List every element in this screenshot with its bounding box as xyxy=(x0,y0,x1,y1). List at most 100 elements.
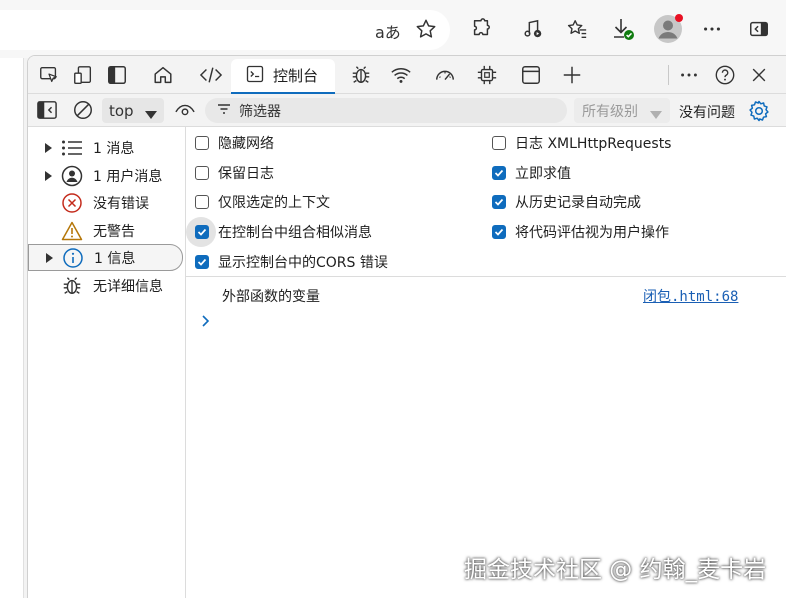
filter-input[interactable]: 筛选器 xyxy=(205,98,567,123)
option-log-xmlhttprequests[interactable]: 日志 XMLHttpRequests xyxy=(492,132,671,154)
help-icon[interactable] xyxy=(710,61,740,89)
dock-panel-icon[interactable] xyxy=(102,61,132,89)
checkbox[interactable] xyxy=(492,166,506,180)
address-bar[interactable]: aあ xyxy=(0,10,450,50)
info-icon xyxy=(62,247,84,269)
option-label: 保留日志 xyxy=(218,166,274,182)
devtools-panel: 控制台 top 筛选器 所有级别 没有问题 1 消息 1 用户消息 没有错误 无… xyxy=(27,55,786,598)
device-emulation-icon[interactable] xyxy=(68,61,98,89)
checkbox[interactable] xyxy=(195,225,209,239)
close-icon[interactable] xyxy=(744,61,774,89)
console-message-text: 外部函数的变量 xyxy=(222,289,320,305)
console-icon xyxy=(245,64,265,88)
downloads-icon[interactable] xyxy=(608,14,638,44)
window-icon[interactable] xyxy=(516,61,546,89)
sidebar-item-label: 没有错误 xyxy=(93,195,149,212)
more-options-icon[interactable] xyxy=(697,14,727,44)
chevron-down-icon xyxy=(144,106,158,124)
option-label: 显示控制台中的CORS 错误 xyxy=(218,255,388,271)
list-icon xyxy=(61,137,83,159)
source-link[interactable]: 闭包.html:68 xyxy=(643,286,738,306)
expand-arrow-icon[interactable] xyxy=(44,134,54,161)
expand-arrow-icon[interactable] xyxy=(45,244,55,271)
favorites-list-icon[interactable] xyxy=(562,14,592,44)
console-prompt-chevron-icon[interactable] xyxy=(201,313,211,332)
plus-icon[interactable] xyxy=(557,61,587,89)
sidebar-toggle-icon[interactable] xyxy=(744,14,774,44)
context-select[interactable]: top xyxy=(102,98,164,123)
code-brackets-icon[interactable] xyxy=(196,61,226,89)
bug-icon[interactable] xyxy=(346,61,376,89)
extensions-icon[interactable] xyxy=(466,14,496,44)
bug-icon xyxy=(61,275,83,297)
filter-placeholder: 筛选器 xyxy=(239,103,281,120)
console-settings-pane: 隐藏网络 保留日志 仅限选定的上下文 在控制台中组合相似消息 显示控制台中的CO… xyxy=(186,127,786,277)
context-value: top xyxy=(109,101,134,120)
option-user-activation[interactable]: 将代码评估视为用户操作 xyxy=(492,221,669,243)
sidebar-item-messages[interactable]: 1 消息 xyxy=(28,134,183,161)
log-level-value: 所有级别 xyxy=(582,103,638,120)
option-label: 仅限选定的上下文 xyxy=(218,195,330,211)
console-sidebar: 1 消息 1 用户消息 没有错误 无警告 1 信息 无详细信息 xyxy=(28,127,186,598)
home-icon[interactable] xyxy=(148,61,178,89)
option-label: 从历史记录自动完成 xyxy=(515,195,641,211)
checkbox[interactable] xyxy=(195,255,209,269)
issues-counter[interactable]: 没有问题 xyxy=(679,102,735,122)
warning-icon xyxy=(61,220,83,242)
chevron-down-icon xyxy=(650,107,662,123)
media-control-icon[interactable] xyxy=(518,14,548,44)
browser-toolbar: aあ xyxy=(0,0,786,58)
sidebar-item-label: 无详细信息 xyxy=(93,278,163,295)
web-page-area xyxy=(0,58,24,598)
live-expression-eye-icon[interactable] xyxy=(174,100,196,124)
profile-avatar-icon[interactable] xyxy=(650,11,686,47)
option-label: 在控制台中组合相似消息 xyxy=(218,225,372,241)
sidebar-item-info[interactable]: 1 信息 xyxy=(28,244,183,271)
tab-console[interactable]: 控制台 xyxy=(231,59,335,94)
option-label: 立即求值 xyxy=(515,166,571,182)
gauge-icon[interactable] xyxy=(430,61,460,89)
user-icon xyxy=(61,165,83,187)
checkbox[interactable] xyxy=(492,225,506,239)
sidebar-item-label: 1 用户消息 xyxy=(93,168,163,185)
devtools-tab-bar: 控制台 xyxy=(28,56,786,94)
inspect-element-icon[interactable] xyxy=(34,61,64,89)
checkbox[interactable] xyxy=(195,136,209,150)
sidebar-item-label: 无警告 xyxy=(93,223,135,240)
clear-console-icon[interactable] xyxy=(72,99,94,125)
option-eager-evaluation[interactable]: 立即求值 xyxy=(492,162,571,184)
option-autocomplete-history[interactable]: 从历史记录自动完成 xyxy=(492,191,641,213)
sidebar-item-verbose[interactable]: 无详细信息 xyxy=(28,272,183,299)
option-label: 日志 XMLHttpRequests xyxy=(515,136,672,152)
option-group-similar[interactable]: 在控制台中组合相似消息 xyxy=(186,217,372,247)
option-preserve-log[interactable]: 保留日志 xyxy=(195,162,274,184)
checkbox[interactable] xyxy=(195,166,209,180)
sidebar-item-errors[interactable]: 没有错误 xyxy=(28,189,183,216)
option-show-cors-errors[interactable]: 显示控制台中的CORS 错误 xyxy=(195,251,388,273)
checkbox[interactable] xyxy=(492,195,506,209)
read-aloud-icon[interactable]: aあ xyxy=(375,19,401,43)
favorite-star-icon[interactable] xyxy=(415,18,437,44)
sidebar-item-label: 1 消息 xyxy=(93,140,135,157)
console-toolbar: top 筛选器 所有级别 没有问题 xyxy=(28,94,786,127)
console-settings-gear-icon[interactable] xyxy=(747,99,771,127)
option-label: 将代码评估视为用户操作 xyxy=(515,225,669,241)
sidebar-item-label: 1 信息 xyxy=(94,250,136,267)
checkbox[interactable] xyxy=(195,195,209,209)
option-hide-network[interactable]: 隐藏网络 xyxy=(195,132,274,154)
sidebar-item-warnings[interactable]: 无警告 xyxy=(28,217,183,244)
option-selected-context-only[interactable]: 仅限选定的上下文 xyxy=(195,191,330,213)
error-icon xyxy=(61,192,83,214)
log-level-select[interactable]: 所有级别 xyxy=(574,98,670,123)
tab-console-label: 控制台 xyxy=(273,67,319,85)
expand-arrow-icon[interactable] xyxy=(44,162,54,189)
more-tools-icon[interactable] xyxy=(674,61,704,89)
sidebar-item-user-messages[interactable]: 1 用户消息 xyxy=(28,162,183,189)
option-label: 隐藏网络 xyxy=(218,136,274,152)
checkbox[interactable] xyxy=(492,136,506,150)
chip-icon[interactable] xyxy=(472,61,502,89)
show-sidebar-icon[interactable] xyxy=(36,100,58,124)
tab-divider xyxy=(668,65,669,85)
watermark: 掘金技术社区 @ 约翰_麦卡岩 xyxy=(464,557,767,583)
wifi-icon[interactable] xyxy=(386,61,416,89)
